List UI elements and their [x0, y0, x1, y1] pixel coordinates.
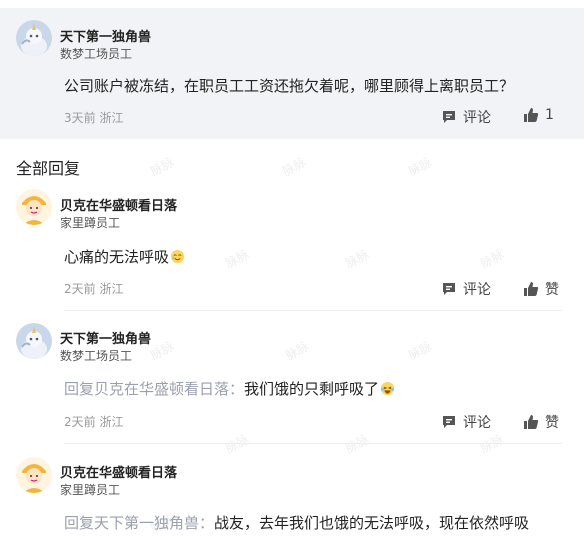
like-label: 赞 [545, 415, 559, 431]
watermark: 脉脉 [283, 339, 312, 363]
comment-label: 评论 [463, 110, 491, 126]
author-name[interactable]: 贝克在华盛顿看日落 [60, 462, 177, 481]
watermark: 脉脉 [280, 155, 309, 179]
watermark: 脉脉 [148, 339, 177, 363]
watermark: 脉脉 [478, 247, 507, 271]
reply-prefix[interactable]: 回复贝克在华盛顿看日落： [64, 380, 244, 398]
reply-time: 2天前 [64, 415, 96, 429]
avatar[interactable] [16, 20, 52, 56]
reply-meta: 2天前 浙江 [64, 280, 123, 297]
like-button[interactable]: 1 [523, 107, 554, 123]
divider [64, 310, 562, 311]
thumbs-up-icon [524, 108, 539, 122]
watermark: 脉脉 [406, 339, 435, 363]
avatar[interactable] [16, 189, 52, 225]
comment-label: 评论 [463, 415, 491, 431]
thumbs-up-icon [524, 415, 539, 429]
divider [64, 443, 562, 444]
reply-text: 心痛的无法呼吸 [64, 246, 185, 267]
reply-time: 2天前 [64, 282, 96, 296]
teary-smile-emoji-icon [170, 249, 185, 264]
comment-icon [443, 283, 455, 295]
watermark: 脉脉 [406, 155, 435, 179]
comment-button[interactable]: 评论 [441, 107, 491, 127]
comment-button[interactable]: 评论 [441, 279, 491, 299]
reply-body: 心痛的无法呼吸 [64, 248, 170, 266]
post-location: 浙江 [99, 111, 124, 125]
avatar[interactable] [16, 323, 52, 359]
watermark: 脉脉 [148, 155, 177, 179]
reply-body: 我们饿的只剩呼吸了 [244, 380, 380, 398]
crying-laughing-emoji-icon [380, 381, 395, 396]
author-name[interactable]: 天下第一独角兽 [60, 26, 151, 45]
watermark: 脉脉 [343, 247, 372, 271]
like-button[interactable]: 赞 [523, 279, 559, 299]
comment-icon [443, 416, 455, 428]
author-company: 家里蹲员工 [60, 483, 121, 497]
watermark: 脉脉 [223, 247, 252, 271]
section-title: 全部回复 [16, 159, 81, 178]
original-post: 天下第一独角兽 数梦工场员工 公司账户被冻结，在职员工工资还拖欠着呢，哪里顾得上… [0, 8, 584, 139]
author-company: 家里蹲员工 [60, 216, 121, 230]
author-company: 数梦工场员工 [60, 47, 133, 61]
reply-text: 回复贝克在华盛顿看日落：我们饿的只剩呼吸了 [64, 378, 395, 399]
comment-icon [443, 111, 455, 123]
post-meta: 3天前 浙江 [64, 109, 123, 126]
thumbs-up-icon [524, 282, 539, 296]
comment-label: 评论 [463, 282, 491, 298]
reply-text: 回复天下第一独角兽：战友，去年我们也饿的无法呼吸，现在依然呼吸 [64, 512, 529, 533]
post-time: 3天前 [64, 111, 96, 125]
like-button[interactable]: 赞 [523, 412, 559, 432]
reply-location: 浙江 [99, 282, 124, 296]
avatar[interactable] [16, 457, 52, 493]
author-company: 数梦工场员工 [60, 349, 133, 363]
author-name[interactable]: 天下第一独角兽 [60, 328, 151, 347]
reply-prefix[interactable]: 回复天下第一独角兽： [64, 514, 214, 532]
reply-location: 浙江 [99, 415, 124, 429]
post-text: 公司账户被冻结，在职员工工资还拖欠着呢，哪里顾得上离职员工？ [64, 77, 515, 95]
author-name[interactable]: 贝克在华盛顿看日落 [60, 195, 177, 214]
like-count: 1 [545, 107, 554, 123]
comment-button[interactable]: 评论 [441, 412, 491, 432]
reply-meta: 2天前 浙江 [64, 413, 123, 430]
like-label: 赞 [545, 282, 559, 298]
reply-body: 战友，去年我们也饿的无法呼吸，现在依然呼吸 [214, 514, 530, 532]
